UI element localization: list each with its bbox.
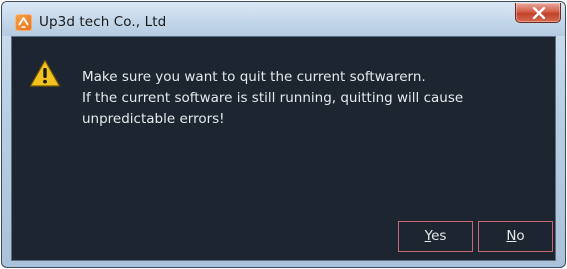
window-title: Up3d tech Co., Ltd (39, 14, 167, 30)
close-icon (532, 7, 546, 19)
dialog-message: Make sure you want to quit the current s… (82, 67, 552, 130)
close-button[interactable] (515, 3, 561, 23)
yes-button[interactable]: Yes (398, 221, 473, 252)
dialog-window: Up3d tech Co., Ltd Make sure you want to… (1, 1, 566, 268)
title-bar[interactable]: Up3d tech Co., Ltd (2, 2, 565, 36)
warning-icon (29, 59, 61, 87)
yes-label-rest: es (431, 228, 447, 244)
no-label-rest: o (516, 228, 525, 244)
message-line: If the current software is still running… (82, 90, 464, 106)
up3d-logo-icon (15, 14, 32, 31)
message-line: unpredictable errors! (82, 111, 225, 127)
dialog-content: Make sure you want to quit the current s… (11, 36, 556, 261)
message-line: Make sure you want to quit the current s… (82, 69, 426, 85)
no-mnemonic: N (506, 228, 517, 244)
no-button[interactable]: No (478, 221, 553, 252)
